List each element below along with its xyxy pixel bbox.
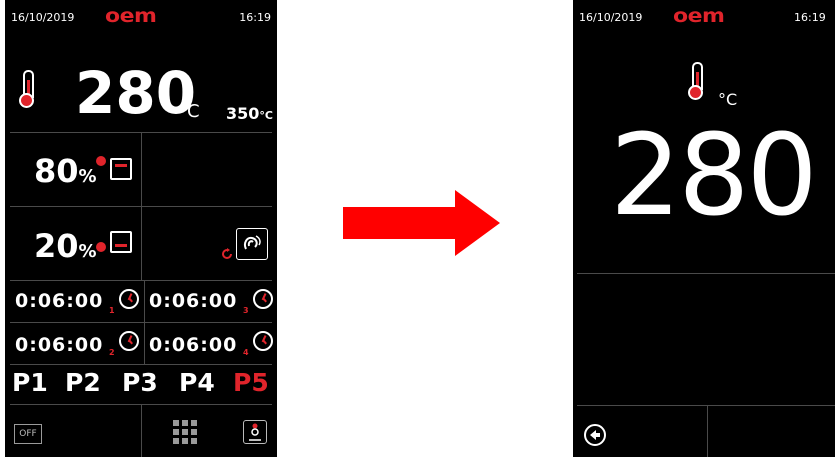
- main-screen: 16/10/2019 oem 16:19 280 °C 350°C 80% 20…: [5, 0, 277, 457]
- bottom-element-percent: 20%: [34, 230, 97, 262]
- top-element-unit: %: [78, 166, 97, 187]
- clock-icon: [253, 289, 273, 309]
- date-label: 16/10/2019: [579, 11, 643, 24]
- top-element-percent: 80%: [34, 155, 97, 187]
- brand-logo: oem: [673, 5, 725, 28]
- refresh-icon: [222, 248, 232, 259]
- thermometer-icon: [688, 62, 704, 102]
- timer-index: 4: [243, 348, 249, 357]
- bottom-element-unit: %: [78, 241, 97, 262]
- divider: [707, 405, 708, 457]
- thermometer-icon: [19, 70, 35, 110]
- off-button[interactable]: OFF: [14, 424, 42, 444]
- top-element-icon: [110, 158, 132, 180]
- time-label: 16:19: [239, 11, 271, 24]
- status-bar: 16/10/2019 oem 16:19: [573, 0, 835, 34]
- program-p1[interactable]: P1: [12, 370, 48, 395]
- divider: [141, 404, 142, 457]
- program-p5[interactable]: P5: [233, 370, 269, 395]
- divider: [10, 322, 272, 323]
- date-label: 16/10/2019: [11, 11, 75, 24]
- brand-logo: oem: [105, 5, 157, 28]
- temperature-unit: °C: [178, 101, 200, 122]
- timer-value: 0:06:00: [15, 290, 104, 312]
- program-p4[interactable]: P4: [179, 370, 215, 395]
- timer-index: 3: [243, 306, 249, 315]
- timer-value: 0:06:00: [15, 334, 104, 356]
- setpoint-unit: °C: [259, 109, 273, 122]
- setpoint-value: 350: [226, 104, 260, 123]
- bottom-element-value: 20: [34, 227, 79, 265]
- timer-index: 2: [109, 348, 115, 357]
- clock-icon: [119, 331, 139, 351]
- program-p3[interactable]: P3: [122, 370, 158, 395]
- temperature-setpoint[interactable]: 350°C: [226, 104, 273, 123]
- back-arrow-icon[interactable]: [584, 424, 606, 446]
- fan-icon: [236, 228, 268, 260]
- transition-arrow-icon: [343, 190, 500, 256]
- bottom-element-icon: [110, 231, 132, 253]
- divider: [10, 364, 272, 365]
- temperature-detail-screen: 16/10/2019 oem 16:19 °C 280: [573, 0, 835, 457]
- status-dot: [96, 156, 106, 166]
- status-dot: [96, 242, 106, 252]
- timer-value: 0:06:00: [149, 290, 238, 312]
- temperature-unit: °C: [718, 90, 738, 109]
- program-p2[interactable]: P2: [65, 370, 101, 395]
- clock-icon: [253, 331, 273, 351]
- divider: [10, 206, 272, 207]
- timer-value: 0:06:00: [149, 334, 238, 356]
- temperature-value[interactable]: 280: [610, 120, 818, 232]
- timer-index: 1: [109, 306, 115, 315]
- time-label: 16:19: [794, 11, 826, 24]
- top-element-value: 80: [34, 152, 79, 190]
- divider: [577, 273, 835, 274]
- divider: [10, 280, 272, 281]
- status-bar: 16/10/2019 oem 16:19: [5, 0, 277, 34]
- user-icon[interactable]: [243, 420, 267, 444]
- grid-icon[interactable]: [173, 420, 197, 444]
- divider: [577, 405, 835, 406]
- clock-icon: [119, 289, 139, 309]
